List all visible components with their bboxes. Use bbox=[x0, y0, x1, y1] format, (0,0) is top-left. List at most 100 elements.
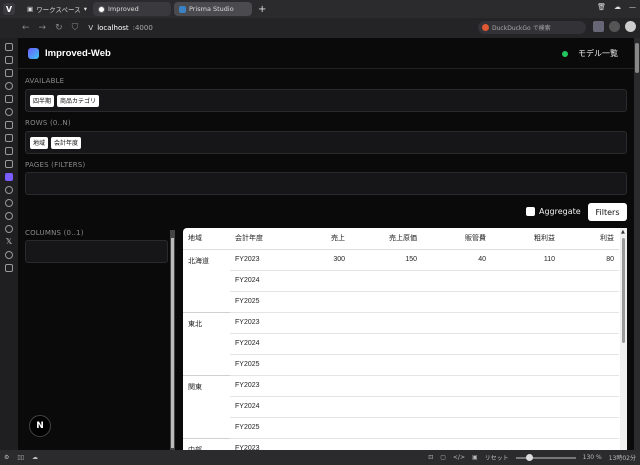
mail-icon[interactable] bbox=[5, 160, 13, 168]
browser-side-panel: 𝕏 bbox=[0, 38, 18, 450]
cell-profit: 80 bbox=[560, 249, 619, 271]
reset-zoom-button[interactable]: リセット bbox=[485, 453, 509, 462]
cell-gross bbox=[491, 396, 560, 418]
header-region[interactable]: 地域 bbox=[183, 228, 230, 250]
cloud-icon[interactable]: ☁ bbox=[614, 3, 621, 11]
workspace-switcher[interactable]: ▣ ワークスペース ▾ bbox=[27, 4, 87, 14]
cell-sga bbox=[422, 270, 491, 292]
nextjs-badge[interactable]: N bbox=[29, 415, 51, 437]
aggregate-checkbox[interactable] bbox=[526, 207, 535, 216]
web-panel-6-icon[interactable] bbox=[5, 251, 13, 259]
forward-icon[interactable]: → bbox=[39, 23, 47, 33]
cell-cogs bbox=[350, 312, 422, 334]
header-cogs[interactable]: 売上原価 bbox=[350, 228, 422, 250]
header-fiscal-year[interactable]: 会計年度 bbox=[230, 228, 308, 250]
app-logo-icon bbox=[28, 47, 39, 59]
translate-icon[interactable] bbox=[5, 108, 13, 116]
aggregate-toggle[interactable]: Aggregate bbox=[526, 207, 581, 216]
chip-region[interactable]: 地域 bbox=[30, 136, 49, 149]
workspace-label: ワークスペース bbox=[36, 6, 81, 14]
window-controls: 🗑 ☁ — bbox=[597, 3, 636, 11]
search-field[interactable]: DuckDuckGo で検索 bbox=[478, 21, 586, 34]
cloud-sync-icon[interactable]: ☁ bbox=[32, 454, 38, 461]
url-field[interactable]: V localhost:4000 bbox=[88, 24, 152, 32]
cell-cogs bbox=[350, 270, 422, 292]
capture-icon[interactable]: ⊡ bbox=[428, 454, 433, 461]
header-gross-profit[interactable]: 粗利益 bbox=[491, 228, 560, 250]
web-panel-2-icon[interactable] bbox=[5, 186, 13, 194]
header-sales[interactable]: 売上 bbox=[308, 228, 350, 250]
extension-icon[interactable] bbox=[593, 21, 604, 32]
pages-zone[interactable] bbox=[25, 172, 627, 195]
panel-icon[interactable] bbox=[609, 21, 620, 32]
history-icon[interactable] bbox=[5, 82, 13, 90]
code-icon[interactable]: </> bbox=[453, 454, 465, 461]
web-panel-5-icon[interactable] bbox=[5, 225, 13, 233]
aggregate-label: Aggregate bbox=[539, 207, 581, 216]
web-panel-3-icon[interactable] bbox=[5, 199, 13, 207]
sync-icon[interactable] bbox=[5, 134, 13, 142]
table-header-row: 地域 会計年度 売上 売上原価 販管費 粗利益 利益 bbox=[183, 228, 619, 250]
profile-avatar[interactable] bbox=[625, 21, 636, 32]
bookmarks-icon[interactable] bbox=[5, 43, 13, 51]
columns-zone[interactable] bbox=[25, 240, 168, 263]
vivaldi-menu-button[interactable]: V bbox=[3, 3, 15, 15]
scroll-up-icon[interactable]: ▲ bbox=[621, 229, 625, 235]
chip-fiscal-year[interactable]: 会計年度 bbox=[51, 136, 82, 149]
tab-label: Prisma Studio bbox=[188, 5, 234, 13]
tiling-icon[interactable]: ▢ bbox=[440, 454, 446, 461]
x-icon[interactable]: 𝕏 bbox=[6, 238, 12, 246]
add-panel-icon[interactable] bbox=[5, 264, 13, 272]
chip-product-category[interactable]: 商品カテゴリ bbox=[57, 94, 100, 107]
shield-icon[interactable]: ⛉ bbox=[72, 23, 79, 33]
calendar-icon[interactable] bbox=[5, 147, 13, 155]
tab-prisma-studio[interactable]: Prisma Studio bbox=[173, 2, 252, 16]
window-icon[interactable] bbox=[5, 121, 13, 129]
minimize-icon[interactable]: — bbox=[629, 3, 636, 11]
scroll-thumb[interactable] bbox=[622, 238, 625, 343]
filters-button[interactable]: Filters bbox=[588, 203, 627, 221]
app-title: Improved-Web bbox=[45, 47, 111, 59]
table-row: FY2024 bbox=[183, 333, 619, 355]
prisma-favicon-icon bbox=[178, 5, 186, 13]
new-tab-button[interactable]: + bbox=[258, 4, 266, 15]
cell-fiscal-year: FY2025 bbox=[230, 354, 308, 376]
cell-sga bbox=[422, 375, 491, 397]
cell-fiscal-year: FY2024 bbox=[230, 396, 308, 418]
trash-icon[interactable]: 🗑 bbox=[597, 3, 606, 11]
vivaldi-icon: V bbox=[88, 24, 94, 32]
reading-list-icon[interactable] bbox=[5, 56, 13, 64]
settings-icon[interactable]: ⚙ bbox=[4, 454, 9, 461]
header-sga[interactable]: 販管費 bbox=[422, 228, 491, 250]
chip-quarter[interactable]: 四半期 bbox=[30, 94, 55, 107]
scroll-thumb[interactable] bbox=[635, 43, 639, 73]
image-icon[interactable]: ▣ bbox=[472, 454, 478, 461]
pivot-table-container: 地域 会計年度 売上 売上原価 販管費 粗利益 利益 北海道 FY2023 300 1… bbox=[183, 228, 627, 450]
table-scrollbar[interactable]: ▲ bbox=[620, 228, 627, 450]
header-profit[interactable]: 利益 bbox=[560, 228, 619, 250]
zoom-slider[interactable] bbox=[515, 453, 576, 461]
cell-cogs: 150 bbox=[350, 249, 422, 271]
rows-zone[interactable]: 地域 会計年度 bbox=[25, 131, 627, 154]
notes-icon[interactable] bbox=[5, 95, 13, 103]
cell-cogs bbox=[350, 375, 422, 397]
web-panel-icon[interactable] bbox=[5, 173, 13, 181]
downloads-icon[interactable] bbox=[5, 69, 13, 77]
available-zone[interactable]: 四半期 商品カテゴリ bbox=[25, 89, 627, 112]
panel-toggle-icon[interactable]: ▯▯ bbox=[17, 454, 24, 461]
page-scrollbar[interactable] bbox=[634, 38, 640, 450]
app-content: Improved-Web モデル一覧 AVAILABLE 四半期 商品カテゴリ … bbox=[18, 38, 634, 450]
web-panel-4-icon[interactable] bbox=[5, 212, 13, 220]
cell-region: 関東 bbox=[183, 375, 230, 439]
zoom-slider-handle[interactable] bbox=[525, 453, 533, 461]
left-scrollbar[interactable] bbox=[170, 230, 175, 450]
cell-region: 東北 bbox=[183, 312, 230, 376]
back-icon[interactable]: ← bbox=[22, 23, 30, 33]
rows-label: ROWS (0..N) bbox=[25, 119, 71, 127]
cell-profit bbox=[560, 333, 619, 355]
reload-icon[interactable]: ↻ bbox=[55, 23, 63, 33]
model-list-link[interactable]: モデル一覧 bbox=[562, 48, 618, 59]
cell-sales: 300 bbox=[308, 249, 350, 271]
scroll-thumb[interactable] bbox=[171, 238, 174, 448]
tab-improved[interactable]: Improved bbox=[92, 2, 171, 16]
